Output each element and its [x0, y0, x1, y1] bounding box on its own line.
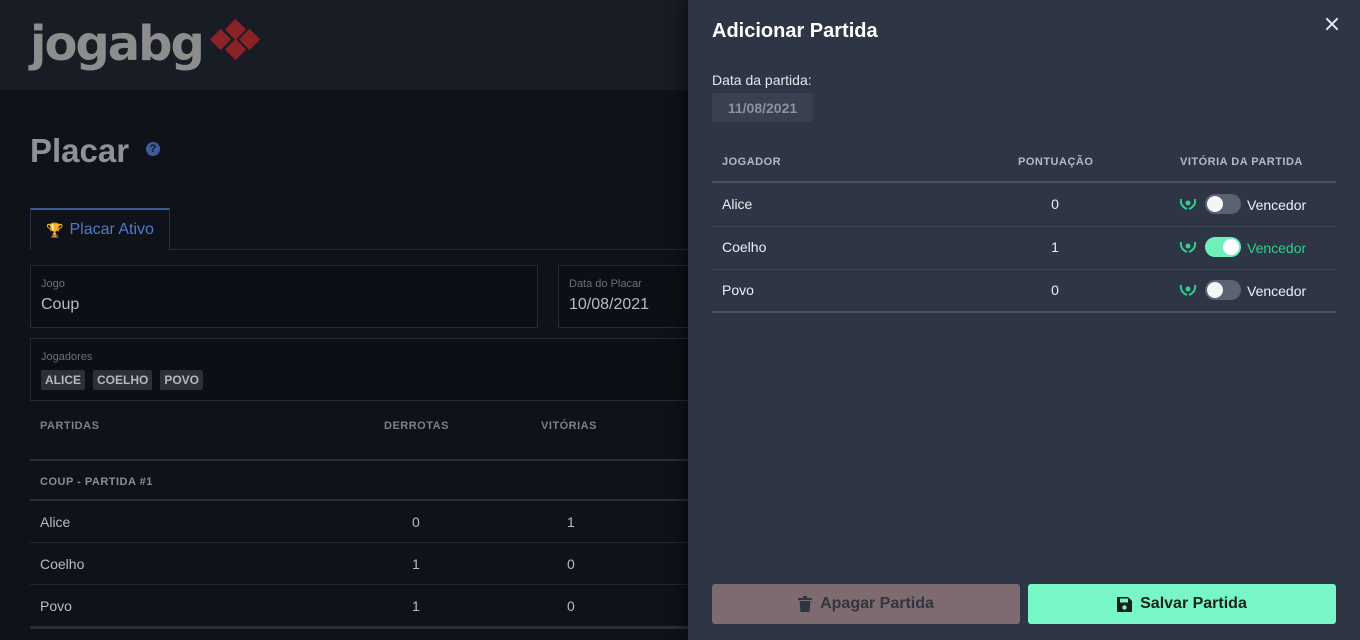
logo-diamonds-icon [209, 18, 261, 64]
match-date-input[interactable] [712, 93, 813, 122]
row-player-name: Coelho [40, 556, 85, 572]
tab-placar-ativo[interactable]: 🏆 Placar Ativo [30, 208, 170, 250]
column-header-vitoria: VITÓRIA DA PARTIDA [1180, 156, 1303, 168]
match-date-label: Data da partida: [712, 72, 812, 88]
row-player-name: Povo [40, 598, 72, 614]
column-header-derrotas: DERROTAS [384, 420, 449, 432]
player-chip: COELHO [93, 370, 153, 390]
table-divider [30, 499, 730, 501]
tab-bar: 🏆 Placar Ativo [30, 208, 730, 250]
row-player-name: Alice [40, 514, 71, 530]
row-score[interactable]: 0 [1050, 282, 1060, 298]
logo-text: jogabg [30, 16, 205, 72]
row-wins: 0 [567, 556, 575, 572]
table-row: Alice 0 Vencedor [712, 183, 1336, 226]
winner-label[interactable]: Vencedor [1247, 283, 1306, 299]
row-player-name: Povo [722, 282, 754, 298]
table-divider [30, 626, 730, 629]
help-icon[interactable]: ? [146, 142, 160, 156]
save-icon [1117, 596, 1133, 612]
game-field-label: Jogo [41, 278, 65, 290]
column-header-partidas: PARTIDAS [40, 420, 100, 432]
toggle-knob [1207, 196, 1223, 212]
add-match-drawer: Adicionar Partida Data da partida: JOGAD… [688, 0, 1360, 640]
trophy-icon: 🏆 [46, 221, 64, 238]
toggle-knob [1207, 282, 1223, 298]
row-player-name: Coelho [722, 239, 767, 255]
scoreboard-date-label: Data do Placar [569, 278, 642, 290]
delete-match-button[interactable]: Apagar Partida [712, 584, 1020, 624]
column-header-vitorias: VITÓRIAS [541, 420, 597, 432]
row-wins: 1 [567, 514, 575, 530]
row-divider [30, 542, 730, 543]
row-losses: 1 [412, 556, 420, 572]
row-losses: 0 [412, 514, 420, 530]
row-losses: 1 [412, 598, 420, 614]
toggle-knob [1223, 239, 1239, 255]
row-player-name: Alice [722, 196, 753, 212]
table-row: Povo 0 Vencedor [712, 269, 1336, 312]
page-title: Placar [30, 132, 130, 169]
trash-icon [798, 596, 813, 612]
save-match-label: Salvar Partida [1140, 595, 1247, 612]
delete-match-label: Apagar Partida [820, 595, 934, 612]
close-icon[interactable] [1322, 14, 1342, 34]
laurel-icon [1179, 198, 1197, 210]
match-group-title: COUP - PARTIDA #1 [40, 476, 153, 488]
tab-label: Placar Ativo [69, 221, 154, 238]
table-row: Coelho 1 Vencedor [712, 226, 1336, 269]
players-field-label: Jogadores [41, 351, 93, 363]
drawer-title: Adicionar Partida [712, 20, 878, 42]
row-score[interactable]: 0 [1050, 196, 1060, 212]
game-field-value: Coup [41, 296, 80, 313]
players-field[interactable]: Jogadores ALICE COELHO POVO [30, 338, 730, 401]
winner-toggle[interactable] [1205, 194, 1241, 214]
logo[interactable]: jogabg [30, 14, 261, 74]
column-header-pontuacao: PONTUAÇÃO [1018, 156, 1094, 168]
player-chip: ALICE [41, 370, 85, 390]
laurel-icon [1179, 241, 1197, 253]
player-chip: POVO [160, 370, 204, 390]
winner-label[interactable]: Vencedor [1247, 197, 1306, 213]
table-divider [30, 459, 730, 461]
winner-toggle[interactable] [1205, 280, 1241, 300]
row-score[interactable]: 1 [1050, 239, 1060, 255]
save-match-button[interactable]: Salvar Partida [1028, 584, 1336, 624]
scoreboard-date-value: 10/08/2021 [569, 296, 650, 313]
column-header-jogador: JOGADOR [722, 156, 782, 168]
table-divider [712, 311, 1336, 313]
player-chips: ALICE COELHO POVO [41, 370, 204, 390]
laurel-icon [1179, 284, 1197, 296]
row-wins: 0 [567, 598, 575, 614]
row-divider [30, 584, 730, 585]
winner-label[interactable]: Vencedor [1247, 240, 1306, 256]
winner-toggle[interactable] [1205, 237, 1241, 257]
game-field[interactable]: Jogo Coup [30, 265, 538, 328]
